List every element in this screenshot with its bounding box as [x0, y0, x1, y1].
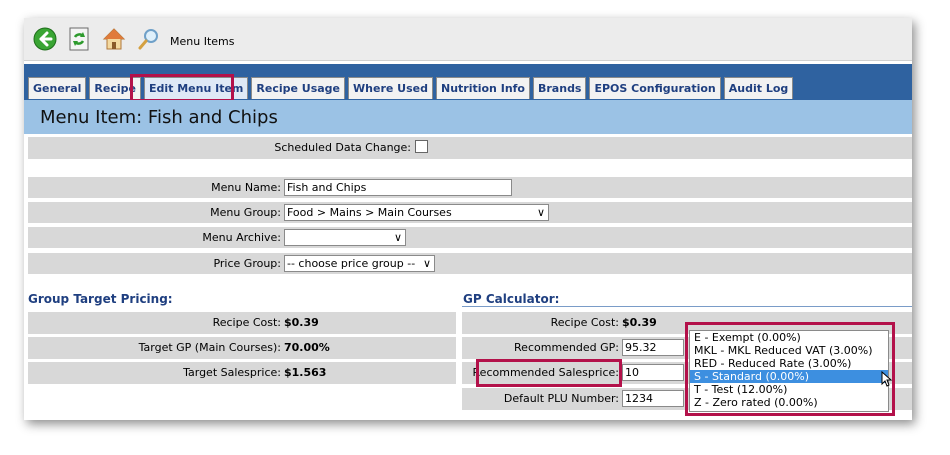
app-window: Menu Items General Recipe Edit Menu Item…	[24, 18, 912, 420]
gt-recipe-cost-row: Recipe Cost: $0.39	[28, 312, 456, 334]
gt-recipe-cost-label: Recipe Cost:	[212, 316, 281, 329]
highlight-vat-dropdown	[685, 322, 895, 416]
back-icon[interactable]	[33, 27, 57, 51]
menu-group-label: Menu Group:	[210, 206, 281, 219]
chevron-down-icon: ∨	[393, 231, 402, 244]
menu-archive-row: Menu Archive: ∨	[28, 227, 912, 248]
scheduled-checkbox[interactable]	[415, 140, 428, 153]
menu-name-input[interactable]: Fish and Chips	[284, 179, 512, 196]
menu-group-select[interactable]: Food > Mains > Main Courses ∨	[284, 204, 549, 221]
gt-target-gp-value: 70.00%	[284, 341, 330, 354]
toolbar: Menu Items	[24, 18, 912, 61]
gt-target-sales-row: Target Salesprice: $1.563	[28, 362, 456, 384]
gt-target-sales-label: Target Salesprice:	[183, 366, 281, 379]
chevron-down-icon: ∨	[536, 206, 545, 219]
price-group-value: -- choose price group --	[287, 257, 416, 270]
section-divider	[462, 306, 912, 307]
recommended-gp-input[interactable]: 95.32	[622, 339, 684, 356]
menu-archive-label: Menu Archive:	[202, 231, 281, 244]
page-context-title: Menu Items	[170, 35, 235, 48]
gp-recipe-cost-label: Recipe Cost:	[550, 316, 619, 329]
gt-target-gp-row: Target GP (Main Courses): 70.00%	[28, 337, 456, 359]
tab-recipe-usage[interactable]: Recipe Usage	[251, 77, 346, 99]
gt-target-sales-value: $1.563	[284, 366, 327, 379]
menu-name-row: Menu Name: Fish and Chips	[28, 177, 912, 198]
gp-recommended-gp-label: Recommended GP:	[514, 341, 619, 354]
search-icon[interactable]	[137, 27, 161, 51]
chevron-down-icon: ∨	[422, 257, 431, 270]
menu-group-value: Food > Mains > Main Courses	[287, 206, 452, 219]
home-icon[interactable]	[102, 27, 126, 51]
scheduled-row: Scheduled Data Change:	[28, 137, 912, 159]
default-plu-input[interactable]: 1234	[622, 390, 684, 407]
recommended-salesprice-input[interactable]: 10	[622, 364, 684, 381]
refresh-icon[interactable]	[67, 27, 91, 51]
gt-target-gp-label: Target GP (Main Courses):	[138, 341, 281, 354]
price-group-label: Price Group:	[213, 257, 281, 270]
tab-audit-log[interactable]: Audit Log	[723, 77, 794, 99]
group-target-heading: Group Target Pricing:	[28, 292, 173, 306]
page-title: Menu Item: Fish and Chips	[40, 107, 278, 128]
tab-brands[interactable]: Brands	[533, 77, 587, 99]
highlight-edit-tab	[130, 74, 234, 102]
tab-nutrition-info[interactable]: Nutrition Info	[435, 77, 530, 99]
tab-epos-configuration[interactable]: EPOS Configuration	[589, 77, 721, 99]
menu-archive-select[interactable]: ∨	[284, 229, 406, 246]
gp-default-plu-label: Default PLU Number:	[503, 392, 619, 405]
tab-general[interactable]: General	[28, 77, 87, 99]
gp-recipe-cost-value: $0.39	[622, 316, 657, 329]
gt-recipe-cost-value: $0.39	[284, 316, 319, 329]
highlight-recommended-salesprice	[476, 359, 622, 387]
gp-calculator-heading: GP Calculator:	[463, 292, 560, 306]
scheduled-label: Scheduled Data Change:	[274, 141, 411, 154]
menu-group-row: Menu Group: Food > Mains > Main Courses …	[28, 202, 912, 223]
mouse-cursor-icon	[881, 371, 893, 387]
price-group-row: Price Group: -- choose price group -- ∨	[28, 253, 912, 274]
menu-name-label: Menu Name:	[211, 181, 281, 194]
tab-where-used[interactable]: Where Used	[348, 77, 433, 99]
price-group-select[interactable]: -- choose price group -- ∨	[284, 255, 435, 272]
page-title-bar: Menu Item: Fish and Chips	[24, 100, 912, 134]
